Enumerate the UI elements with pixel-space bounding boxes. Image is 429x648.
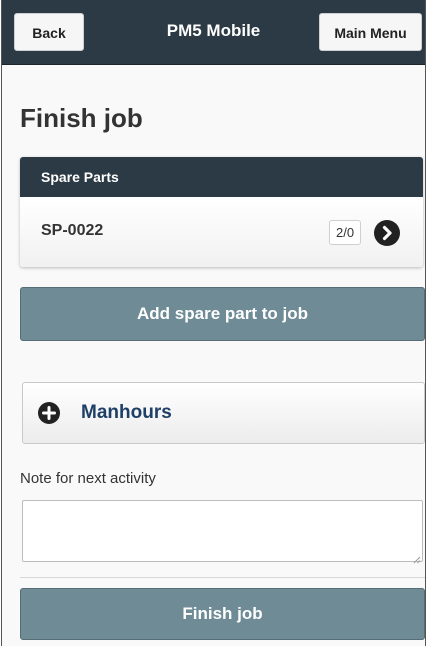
manhours-label: Manhours [81,402,172,423]
page-title: Finish job [20,103,143,133]
finish-job-button[interactable]: Finish job [20,588,425,640]
note-textarea[interactable] [22,500,423,562]
manhours-collapsible[interactable]: Manhours [22,382,425,444]
note-label: Note for next activity [20,470,156,487]
resize-grip-icon[interactable] [413,551,421,564]
app-frame: Back PM5 Mobile Main Menu Finish job Spa… [1,0,426,646]
plus-circle-icon [38,402,60,424]
add-spare-part-button[interactable]: Add spare part to job [20,287,425,341]
spare-parts-heading: Spare Parts [20,157,423,197]
top-bar: Back PM5 Mobile Main Menu [2,0,425,65]
spare-part-id: SP-0022 [41,222,104,239]
main-menu-button[interactable]: Main Menu [319,13,422,51]
spare-part-row[interactable]: SP-0022 2/0 [20,197,423,267]
divider [20,577,425,578]
chevron-right-circle-icon[interactable] [374,220,400,246]
count-badge: 2/0 [329,220,362,245]
spare-parts-panel: Spare Parts SP-0022 2/0 [20,157,423,267]
